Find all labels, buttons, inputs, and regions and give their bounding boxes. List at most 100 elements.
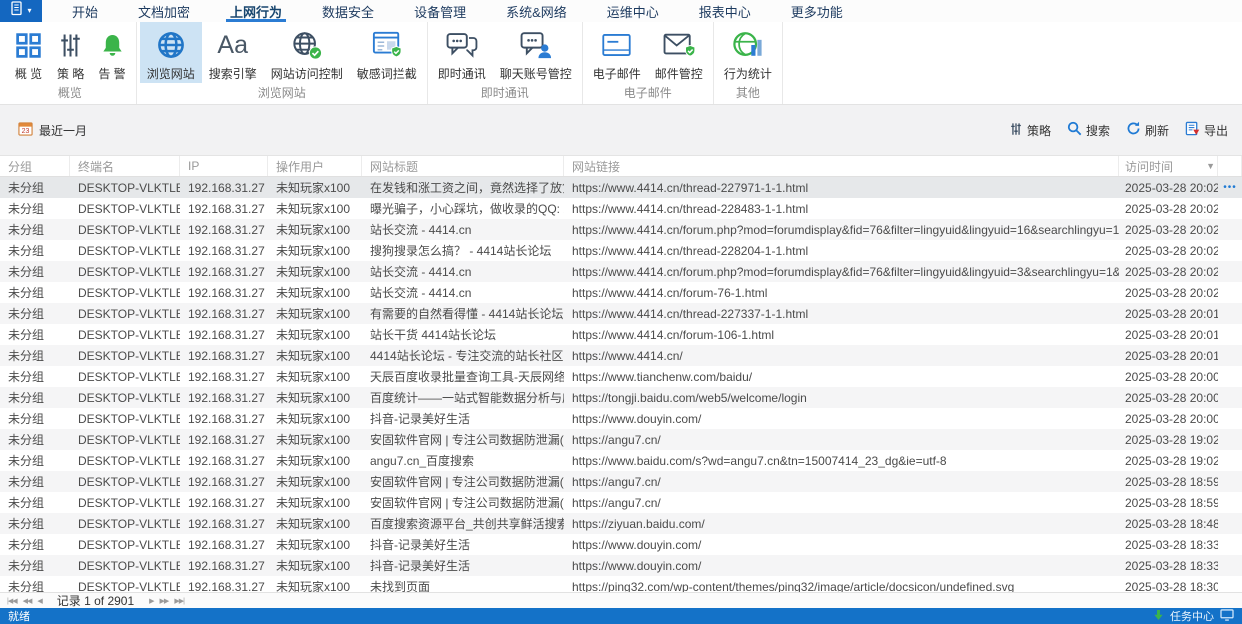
table-row[interactable]: 未分组 DESKTOP-VLKTLE1 192.168.31.27 未知玩家x100 站… xyxy=(0,261,1242,282)
next-group-icon[interactable]: ▶▶ xyxy=(157,597,172,605)
ribbon-button[interactable]: 浏览网站 xyxy=(139,22,202,83)
table-row[interactable]: 未分组 DESKTOP-VLKTLE1 192.168.31.27 未知玩家x100 抖… xyxy=(0,555,1242,576)
ribbon-button[interactable]: 策 略 xyxy=(50,22,91,83)
column-header[interactable]: 网站标题 xyxy=(362,156,564,176)
row-actions-placeholder xyxy=(1218,324,1242,345)
row-actions-placeholder xyxy=(1218,387,1242,408)
task-center-button[interactable]: 任务中心 xyxy=(1170,608,1214,624)
table-row[interactable]: 未分组 DESKTOP-VLKTLE1 192.168.31.27 未知玩家x100 站… xyxy=(0,324,1242,345)
row-actions-placeholder xyxy=(1218,198,1242,219)
cell-terminal: DESKTOP-VLKTLE1 xyxy=(78,579,180,593)
table-row[interactable]: 未分组 DESKTOP-VLKTLE1 192.168.31.27 未知玩家x100 a… xyxy=(0,450,1242,471)
toolbar-button[interactable]: 导出 xyxy=(1185,121,1228,139)
cell-title: 安固软件官网 | 专注公司数据防泄漏(DLP)，... xyxy=(370,433,564,447)
last-page-icon[interactable]: ▶▶| xyxy=(171,597,187,605)
cell-time: 2025-03-28 18:33:25 xyxy=(1125,558,1218,573)
menu-tab[interactable]: 报表中心 xyxy=(679,0,771,22)
cell-terminal: DESKTOP-VLKTLE1 xyxy=(78,390,180,405)
prev-page-icon[interactable]: ◀ xyxy=(34,597,44,605)
row-actions-placeholder xyxy=(1218,471,1242,492)
cell-title: 安固软件官网 | 专注公司数据防泄漏(DLP)，... xyxy=(370,475,564,489)
cell-url: https://ziyuan.baidu.com/ xyxy=(572,516,705,531)
cell-ip: 192.168.31.27 xyxy=(188,453,265,468)
ribbon-button[interactable]: 概 览 xyxy=(7,22,50,83)
column-header[interactable]: 分组 xyxy=(0,156,70,176)
ribbon-button[interactable]: 即时通讯 xyxy=(431,22,493,83)
table-row[interactable]: 未分组 DESKTOP-VLKTLE1 192.168.31.27 未知玩家x100 站… xyxy=(0,282,1242,303)
ribbon-group-label: 其他 xyxy=(735,86,760,100)
first-page-icon[interactable]: |◀◀ xyxy=(4,597,20,605)
table-row[interactable]: 未分组 DESKTOP-VLKTLE1 192.168.31.27 未知玩家x100 搜… xyxy=(0,240,1242,261)
table-row[interactable]: 未分组 DESKTOP-VLKTLE1 192.168.31.27 未知玩家x100 天… xyxy=(0,366,1242,387)
date-range-filter[interactable]: 23 最近一月 xyxy=(18,121,87,139)
ribbon-button[interactable]: 告 警 xyxy=(91,22,132,83)
ribbon: 概 览策 略告 警概览 浏览网站 Aa 搜索引擎 网站访问控制 敏感词拦截 浏览网站 即时通讯… xyxy=(0,22,1242,105)
toolbar-button[interactable]: 刷新 xyxy=(1126,121,1169,139)
more-actions-icon[interactable]: ••• xyxy=(1218,177,1242,198)
menu-tab[interactable]: 数据安全 xyxy=(302,0,394,22)
app-menu-button[interactable]: ▾ xyxy=(0,0,42,22)
next-page-icon[interactable]: ▶ xyxy=(146,597,156,605)
ribbon-button-label: 邮件管控 xyxy=(654,67,703,81)
cell-ip: 192.168.31.27 xyxy=(188,411,265,426)
table-row[interactable]: 未分组 DESKTOP-VLKTLE1 192.168.31.27 未知玩家x100 有… xyxy=(0,303,1242,324)
toolbar-button-label: 搜索 xyxy=(1085,123,1110,138)
ribbon-button[interactable]: 网站访问控制 xyxy=(264,22,350,83)
cell-url: https://www.tianchenw.com/baidu/ xyxy=(572,369,753,384)
menu-tab[interactable]: 文档加密 xyxy=(118,0,210,22)
globe-chart-icon xyxy=(732,27,764,63)
table-row[interactable]: 未分组 DESKTOP-VLKTLE1 192.168.31.27 未知玩家x100 曝… xyxy=(0,198,1242,219)
table-row[interactable]: 未分组 DESKTOP-VLKTLE1 192.168.31.27 未知玩家x100 抖… xyxy=(0,408,1242,429)
column-header[interactable]: 操作用户 xyxy=(268,156,362,176)
column-header[interactable]: IP xyxy=(180,156,268,176)
column-header[interactable] xyxy=(1218,156,1242,176)
table-row[interactable]: 未分组 DESKTOP-VLKTLE1 192.168.31.27 未知玩家x100 百… xyxy=(0,387,1242,408)
cell-group: 未分组 xyxy=(8,328,45,342)
ribbon-button[interactable]: 行为统计 xyxy=(717,22,779,83)
menu-tab[interactable]: 设备管理 xyxy=(394,0,486,22)
cell-ip: 192.168.31.27 xyxy=(188,516,265,531)
table-row[interactable]: 未分组 DESKTOP-VLKTLE1 192.168.31.27 未知玩家x100 在… xyxy=(0,177,1242,198)
ribbon-group: 概 览策 略告 警概览 xyxy=(4,22,137,104)
column-header[interactable]: 网站链接 xyxy=(564,156,1119,176)
app-window: ▾ 开始 文档加密 上网行为 数据安全 设备管理 系统&网络 运维中心 报表中心 更多功能 概 … xyxy=(0,0,1242,624)
ribbon-button[interactable]: 聊天账号管控 xyxy=(493,22,579,83)
cell-url: https://www.4414.cn/ xyxy=(572,348,683,363)
cell-terminal: DESKTOP-VLKTLE1 xyxy=(78,369,180,384)
prev-group-icon[interactable]: ◀◀ xyxy=(20,597,35,605)
monitor-icon[interactable] xyxy=(1220,608,1234,624)
table-row[interactable]: 未分组 DESKTOP-VLKTLE1 192.168.31.27 未知玩家x100 安… xyxy=(0,492,1242,513)
ribbon-button[interactable]: 敏感词拦截 xyxy=(350,22,424,83)
ribbon-button[interactable]: 邮件管控 xyxy=(648,22,710,83)
row-actions-placeholder xyxy=(1218,429,1242,450)
cell-group: 未分组 xyxy=(8,475,45,489)
cell-group: 未分组 xyxy=(8,559,45,573)
menu-tab[interactable]: 更多功能 xyxy=(771,0,863,22)
table-row[interactable]: 未分组 DESKTOP-VLKTLE1 192.168.31.27 未知玩家x100 4… xyxy=(0,345,1242,366)
cell-user: 未知玩家x100 xyxy=(276,391,351,405)
ribbon-button[interactable]: 电子邮件 xyxy=(586,22,648,83)
cell-group: 未分组 xyxy=(8,307,45,321)
column-header[interactable]: 访问时间 ▼ xyxy=(1119,156,1218,176)
table-row[interactable]: 未分组 DESKTOP-VLKTLE1 192.168.31.27 未知玩家x100 安… xyxy=(0,471,1242,492)
table-row[interactable]: 未分组 DESKTOP-VLKTLE1 192.168.31.27 未知玩家x100 百… xyxy=(0,513,1242,534)
table-row[interactable]: 未分组 DESKTOP-VLKTLE1 192.168.31.27 未知玩家x100 抖… xyxy=(0,534,1242,555)
table-row[interactable]: 未分组 DESKTOP-VLKTLE1 192.168.31.27 未知玩家x100 安… xyxy=(0,429,1242,450)
ribbon-group: 即时通讯 聊天账号管控 即时通讯 xyxy=(428,22,583,104)
menu-tab[interactable]: 系统&网络 xyxy=(486,0,587,22)
column-filter-icon[interactable]: ▼ xyxy=(1206,161,1215,171)
bell-icon xyxy=(100,27,125,63)
toolbar-button[interactable]: 策略 xyxy=(1009,122,1051,139)
ribbon-button[interactable]: Aa 搜索引擎 xyxy=(202,22,264,83)
table-row[interactable]: 未分组 DESKTOP-VLKTLE1 192.168.31.27 未知玩家x100 站… xyxy=(0,219,1242,240)
cell-group: 未分组 xyxy=(8,412,45,426)
toolbar-button[interactable]: 搜索 xyxy=(1067,121,1110,139)
menu-tab[interactable]: 运维中心 xyxy=(587,0,679,22)
cell-url: https://www.4414.cn/forum.php?mod=forumd… xyxy=(572,222,1119,237)
svg-text:23: 23 xyxy=(22,128,30,135)
menu-tab[interactable]: 开始 xyxy=(52,0,118,22)
table-row[interactable]: 未分组 DESKTOP-VLKTLE1 192.168.31.27 未知玩家x100 未… xyxy=(0,576,1242,592)
menu-tab[interactable]: 上网行为 xyxy=(210,0,302,22)
cell-time: 2025-03-28 20:02:19 xyxy=(1125,201,1218,216)
column-header[interactable]: 终端名 xyxy=(70,156,180,176)
